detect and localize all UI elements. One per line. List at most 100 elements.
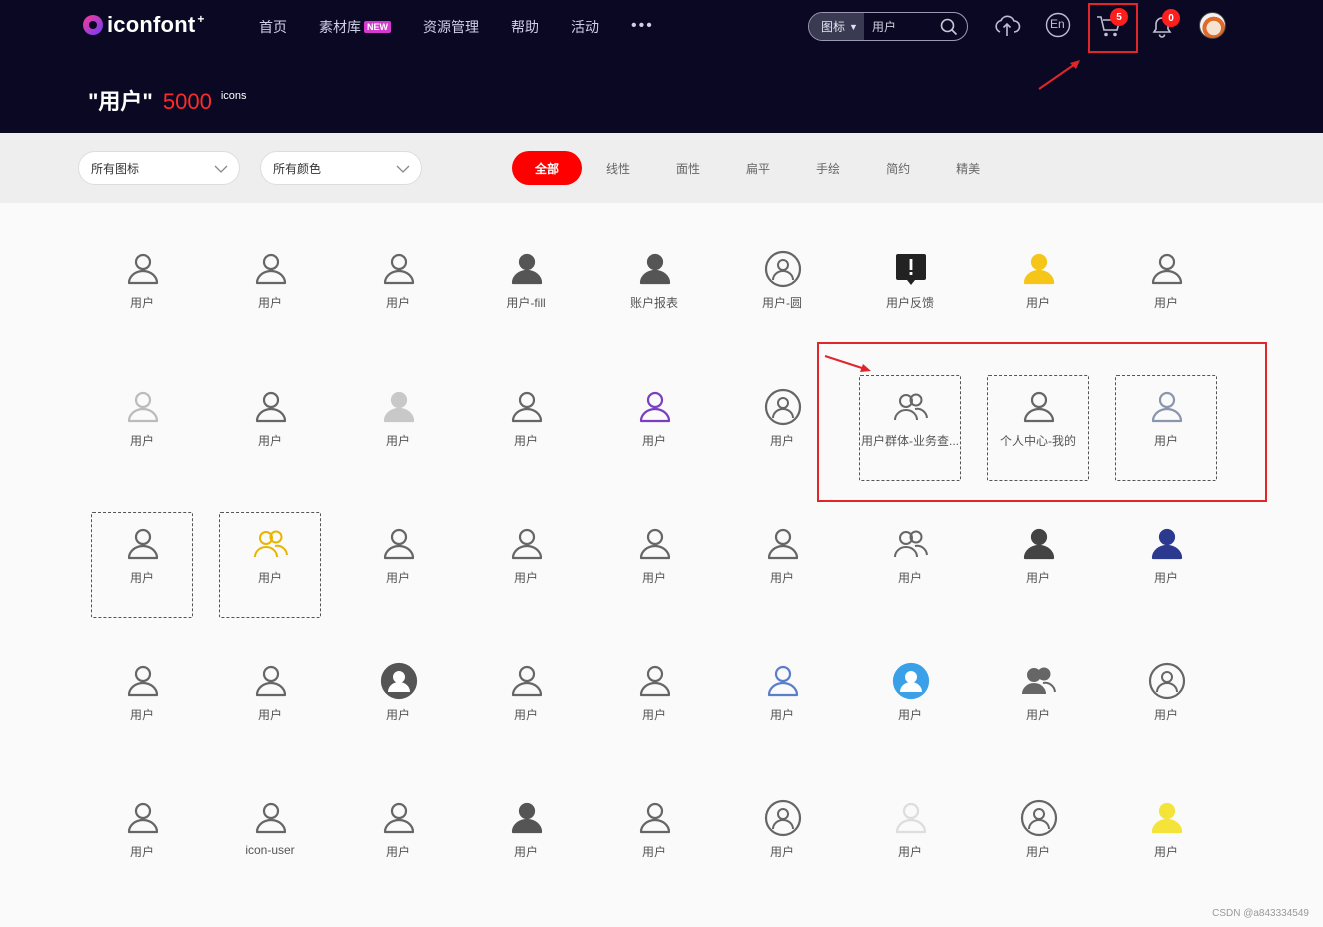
icon-card-label: 用户 [513, 434, 538, 448]
icon-card[interactable]: 用户 [1115, 649, 1217, 755]
icon-card[interactable]: 用户 [859, 786, 961, 892]
tab-all[interactable]: 全部 [512, 151, 582, 185]
user-icon [763, 661, 803, 701]
icon-card[interactable]: 用户 [91, 512, 193, 618]
user-avatar[interactable] [1199, 12, 1226, 39]
icon-card-label: 用户 [1153, 708, 1178, 722]
language-toggle[interactable]: En [1045, 12, 1071, 43]
nav-more-button[interactable]: ••• [631, 17, 654, 35]
nav-activity[interactable]: 活动 [571, 17, 599, 37]
tab-handdrawn[interactable]: 手绘 [816, 151, 840, 185]
icon-card[interactable]: 用户 [1115, 375, 1217, 481]
icon-card-label: 用户 [129, 296, 154, 310]
result-query: "用户" [88, 89, 153, 114]
user-icon [763, 249, 803, 289]
icon-card[interactable]: 用户 [347, 786, 449, 892]
icon-card[interactable]: 用户-fill [475, 237, 577, 343]
icon-card-label: 用户 [1153, 434, 1178, 448]
new-badge: NEW [364, 21, 391, 33]
icon-card[interactable]: 用户 [1115, 512, 1217, 618]
user-icon [251, 249, 291, 289]
icon-card[interactable]: 用户 [859, 512, 961, 618]
icon-card[interactable]: 用户 [603, 786, 705, 892]
result-count: 5000 [162, 89, 212, 114]
icon-card[interactable]: 用户 [347, 512, 449, 618]
icon-card[interactable]: 用户 [731, 649, 833, 755]
icon-card-label: 用户 [513, 708, 538, 722]
icon-card[interactable]: 用户-圆 [731, 237, 833, 343]
user-icon [1147, 798, 1187, 838]
nav-materials[interactable]: 素材库 NEW [319, 17, 391, 37]
icon-grid: 用户 用户 用户 用户-fill 账户报表 用户-圆 用户反馈 用户 用户 用户 用户 用户 用户 用户用… [0, 203, 1323, 927]
icon-card[interactable]: 账户报表 [603, 237, 705, 343]
icon-type-dropdown[interactable]: 所有图标 [78, 151, 240, 185]
icon-card[interactable]: 用户 [91, 375, 193, 481]
icon-card[interactable]: 用户 [91, 237, 193, 343]
icon-card-label: 用户 [513, 571, 538, 585]
icon-card[interactable]: 用户 [219, 237, 321, 343]
search-icon[interactable] [940, 18, 958, 40]
icon-card[interactable]: 用户 [219, 649, 321, 755]
icon-card[interactable]: 用户 [347, 375, 449, 481]
icon-card[interactable]: 用户 [219, 512, 321, 618]
tab-solid[interactable]: 面性 [676, 151, 700, 185]
icon-card[interactable]: 用户 [987, 786, 1089, 892]
icon-card[interactable]: 用户反馈 [859, 237, 961, 343]
nav-home[interactable]: 首页 [259, 17, 287, 37]
icon-card[interactable]: 用户 [987, 237, 1089, 343]
icon-card-label: 用户 [769, 571, 794, 585]
icon-card[interactable]: 用户 [475, 512, 577, 618]
user-group-icon [891, 524, 931, 564]
user-icon [123, 661, 163, 701]
icon-card[interactable]: 用户 [731, 512, 833, 618]
icon-card-label: 用户 [641, 571, 666, 585]
icon-card-label: 用户 [129, 571, 154, 585]
icon-card-label: 用户 [257, 296, 282, 310]
icon-card-label: 用户 [1025, 708, 1050, 722]
icon-card-label: 用户 [257, 434, 282, 448]
user-icon [635, 249, 675, 289]
chevron-down-icon [214, 165, 228, 173]
icon-card[interactable]: icon-user [219, 786, 321, 892]
icon-card[interactable]: 用户 [731, 375, 833, 481]
icon-card[interactable]: 用户 [987, 512, 1089, 618]
icon-card-label: 用户-圆 [762, 296, 802, 310]
user-group-icon [891, 387, 931, 427]
site-logo[interactable]: iconfont + [83, 12, 205, 38]
search-type-select[interactable]: 图标 ▼ [809, 13, 864, 40]
icon-card[interactable]: 用户 [603, 512, 705, 618]
tab-flat[interactable]: 扁平 [746, 151, 770, 185]
user-icon [1019, 249, 1059, 289]
icon-card[interactable]: 用户 [859, 649, 961, 755]
tab-refined[interactable]: 精美 [956, 151, 980, 185]
icon-card[interactable]: 用户 [731, 786, 833, 892]
icon-card[interactable]: 用户 [475, 649, 577, 755]
upload-cloud-icon[interactable] [993, 12, 1021, 45]
icon-card[interactable]: 个人中心-我的 [987, 375, 1089, 481]
icon-card[interactable]: 用户 [347, 237, 449, 343]
result-unit: icons [220, 90, 247, 102]
icon-card[interactable]: 用户 [91, 649, 193, 755]
nav-resource-management[interactable]: 资源管理 [423, 17, 479, 37]
search-input[interactable] [871, 19, 932, 34]
icon-card[interactable]: 用户 [219, 375, 321, 481]
tab-linear[interactable]: 线性 [606, 151, 630, 185]
icon-card[interactable]: 用户 [475, 786, 577, 892]
icon-color-dropdown[interactable]: 所有颜色 [260, 151, 422, 185]
icon-card[interactable]: 用户 [91, 786, 193, 892]
icon-card[interactable]: 用户群体-业务查... [859, 375, 961, 481]
icon-card[interactable]: 用户 [347, 649, 449, 755]
icon-card[interactable]: 用户 [603, 649, 705, 755]
icon-card-label: 用户 [257, 571, 282, 585]
icon-card[interactable]: 用户 [475, 375, 577, 481]
main-nav: 首页 素材库 NEW 资源管理 帮助 活动 ••• [259, 17, 686, 37]
filter-bar: 所有图标 所有颜色 全部 线性 面性 扁平 手绘 简约 精美 [0, 133, 1323, 203]
tab-simple[interactable]: 简约 [886, 151, 910, 185]
nav-help[interactable]: 帮助 [511, 17, 539, 37]
user-icon [763, 798, 803, 838]
icon-card[interactable]: 用户 [987, 649, 1089, 755]
icon-card[interactable]: 用户 [603, 375, 705, 481]
user-icon [1147, 661, 1187, 701]
icon-card[interactable]: 用户 [1115, 786, 1217, 892]
icon-card[interactable]: 用户 [1115, 237, 1217, 343]
